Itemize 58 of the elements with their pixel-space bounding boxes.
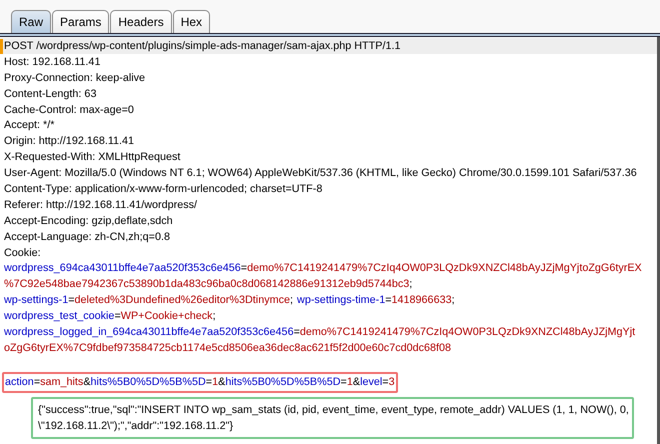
tab[interactable]: Headers — [110, 10, 172, 33]
param-name: level — [360, 375, 382, 390]
param-name: action — [5, 375, 34, 390]
header-line: Cookie: — [4, 246, 41, 261]
header-line: Accept-Language: zh-CN,zh;q=0.8 — [4, 230, 170, 245]
delimiter: ; — [409, 277, 412, 292]
param-name: wp-settings-time-1 — [297, 293, 386, 308]
tab[interactable]: Hex — [172, 10, 210, 33]
header-line: Accept: */* — [4, 118, 54, 134]
delimiter: ; — [290, 293, 294, 308]
param-value: demo%7C1419241479%7CzIq4OW0P3LQzDk9XNZCl48bAyJZjMgYjtoZgG6tyrEX — [247, 261, 642, 276]
param-value: 1 — [346, 375, 353, 390]
delimiter: & — [83, 375, 91, 390]
delimiter: = — [206, 375, 212, 390]
header-line: Origin: http://192.168.11.41 — [4, 134, 134, 150]
delimiter: = — [385, 293, 392, 308]
header-line: Accept-Encoding: gzip,deflate,sdch — [4, 214, 173, 229]
param-value: 1418966633 — [392, 293, 452, 308]
header-line: Content-Type: application/x-www-form-urlencoded; charset=UTF-8 — [4, 182, 322, 197]
delimiter: = — [68, 293, 75, 308]
delimiter: ; — [452, 293, 455, 308]
scrollbar[interactable] — [657, 37, 660, 444]
param-value: deleted%3Dundefined%26editor%3Dtinymce — [74, 293, 290, 308]
header-line: Referer: http://192.168.11.41/wordpress/ — [4, 198, 198, 213]
delimiter: = — [240, 261, 248, 276]
delimiter: & — [218, 375, 226, 390]
param-value: %7C92e548bae7942367c53890b1da483c96ba0c8d068142886e91312eb9d5744bc3 — [4, 277, 410, 292]
delimiter: = — [294, 325, 300, 340]
param-name: wp-settings-1 — [4, 293, 68, 308]
tab[interactable]: Params — [52, 10, 110, 33]
param-name: hits%5B0%5D%5B%5D — [90, 375, 206, 390]
header-line: Proxy-Connection: keep-alive — [4, 70, 146, 86]
delimiter: & — [352, 375, 360, 390]
delimiter: ; — [212, 309, 216, 324]
param-value: oZgG6tyrEX%7C9fdbef973584725cb1174e5cd8506ea36dec8ac621f5f2d00e60c7cd0dc68f08 — [4, 340, 452, 356]
param-name: hits%5B0%5D%5B%5D — [225, 375, 341, 390]
delimiter: = — [114, 309, 121, 324]
header-line: X-Requested-With: XMLHttpRequest — [4, 150, 180, 166]
param-name: wordpress_logged_in_694ca43011bffe4e7aa520f353c6e456 — [4, 325, 294, 340]
param-value: demo%7C1419241479%7CzIq4OW0P3LQzDk9XNZCl48bAyJZjMgYjt — [300, 325, 636, 340]
param-value: WP+Cookie+check — [120, 309, 213, 324]
tab[interactable]: Raw — [11, 10, 52, 33]
text-caret-icon — [0, 38, 3, 54]
header-line: Content-Length: 63 — [4, 86, 96, 102]
delimiter: = — [340, 375, 347, 390]
param-name: wordpress_test_cookie — [4, 309, 114, 324]
header-line: Cache-Control: max-age=0 — [4, 102, 134, 118]
param-value: 3 — [388, 375, 395, 390]
request-line: POST /wordpress/wp-content/plugins/simple-ads-manager/sam-ajax.php HTTP/1.1 — [3, 38, 400, 54]
param-name: wordpress_694ca43011bffe4e7aa520f353c6e456 — [4, 261, 241, 276]
response-text: \"192.168.11.2\");","addr":"192.168.11.2"} — [38, 418, 234, 434]
delimiter: = — [382, 375, 389, 390]
delimiter: = — [34, 375, 40, 390]
header-line: User-Agent: Mozilla/5.0 (Windows NT 6.1; WOW64) AppleWebKit/537.36 (KHTML, like Gecko) Chrome/30.0.1599.101 Safari/537.36 — [4, 166, 637, 182]
param-value: sam_hits — [40, 375, 84, 390]
header-line: Host: 192.168.11.41 — [4, 54, 100, 70]
response-text: {"success":true,"sql":"INSERT INTO wp_sam_stats (id, pid, event_time, event_type, remote_addr) VALUES (1, 1, NOW(), 0, — [38, 402, 627, 418]
param-value: 1 — [212, 375, 218, 390]
